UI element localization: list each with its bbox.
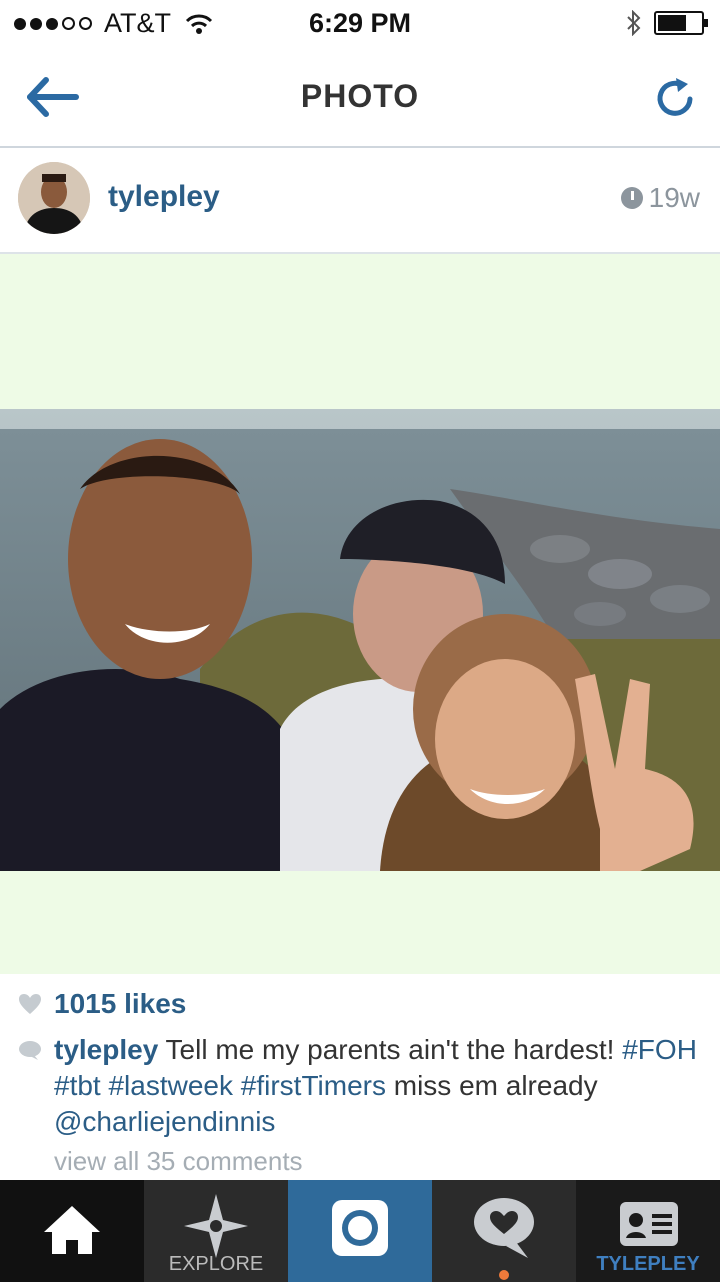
heart-icon xyxy=(19,994,41,1014)
photo-image xyxy=(0,409,720,871)
post-header: tylepley 19w xyxy=(0,148,720,254)
page-title: PHOTO xyxy=(300,78,420,114)
hashtag[interactable]: #tbt xyxy=(54,1070,101,1101)
post-age-text: 19w xyxy=(648,182,700,213)
refresh-icon[interactable] xyxy=(652,72,700,122)
post-caption: tylepley Tell me my parents ain't the ha… xyxy=(54,1032,704,1140)
battery-icon xyxy=(654,11,708,35)
tab-camera[interactable] xyxy=(288,1180,432,1282)
post-username[interactable]: tylepley xyxy=(108,180,220,214)
clock-icon xyxy=(620,187,643,209)
heart-speech-icon xyxy=(474,1198,534,1258)
tab-explore[interactable]: EXPLORE xyxy=(144,1180,288,1282)
tab-activity[interactable] xyxy=(432,1180,576,1282)
likes-count[interactable]: 1015 likes xyxy=(54,988,186,1020)
avatar[interactable] xyxy=(18,162,90,234)
hashtag[interactable]: #firstTimers xyxy=(241,1070,386,1101)
post-photo[interactable] xyxy=(0,254,720,974)
tab-profile-label: TYLEPLEY xyxy=(596,1253,700,1275)
hashtag[interactable]: #lastweek xyxy=(108,1070,233,1101)
tab-bar: EXPLORE TYLEPLEY xyxy=(0,1180,720,1282)
tab-explore-label: EXPLORE xyxy=(168,1253,264,1275)
nav-bar: PHOTO xyxy=(0,48,720,148)
caption-username[interactable]: tylepley xyxy=(54,1034,158,1065)
likes-row[interactable]: 1015 likes xyxy=(18,988,186,1020)
tab-profile[interactable]: TYLEPLEY xyxy=(576,1180,720,1282)
tab-home[interactable] xyxy=(0,1180,144,1282)
clock: 6:29 PM xyxy=(308,8,412,38)
mention-link[interactable]: @charliejendinnis xyxy=(54,1106,275,1137)
bluetooth-icon xyxy=(627,10,641,36)
caption-tail: miss em already xyxy=(385,1070,598,1101)
hashtag[interactable]: #FOH xyxy=(622,1034,697,1065)
home-icon xyxy=(44,1206,100,1254)
notification-dot xyxy=(499,1270,509,1280)
comment-bubble-icon xyxy=(19,1041,41,1060)
view-all-comments-link[interactable]: view all 35 comments xyxy=(54,1146,303,1177)
camera-icon xyxy=(332,1200,388,1256)
status-bar: AT&T 6:29 PM xyxy=(0,0,720,48)
post-age: 19w xyxy=(620,182,700,214)
caption-text: Tell me my parents ain't the hardest! xyxy=(158,1034,623,1065)
